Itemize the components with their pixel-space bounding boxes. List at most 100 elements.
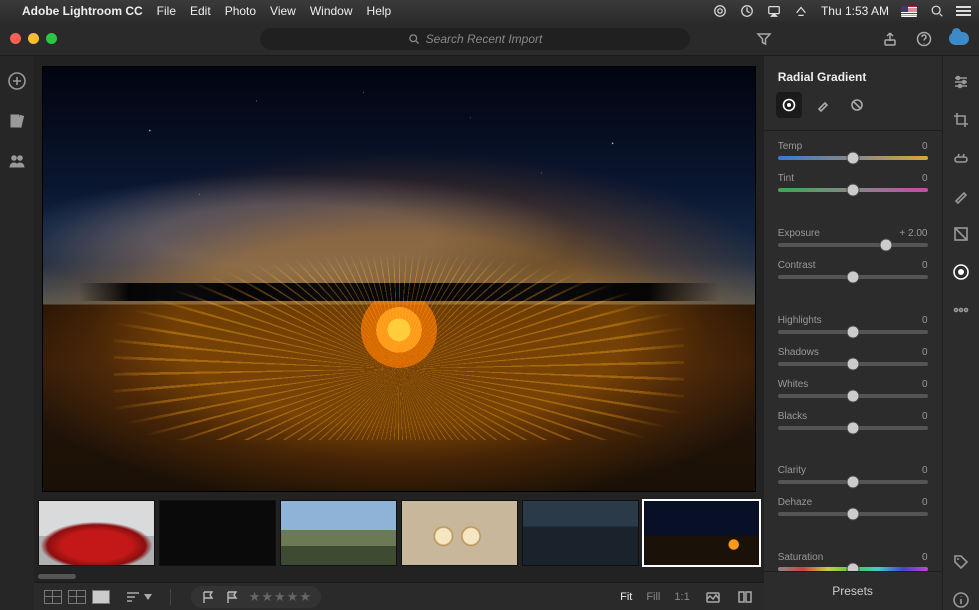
slider-exposure[interactable]: Exposure + 2.00: [778, 228, 928, 247]
sync-status-icon[interactable]: [740, 4, 755, 19]
window-minimize-button[interactable]: [28, 33, 39, 44]
slider-knob[interactable]: [879, 238, 892, 251]
airplay-icon[interactable]: [767, 4, 782, 19]
search-icon: [408, 33, 420, 45]
slider-list: Temp0Tint0Exposure+ 2.00Contrast0Highlig…: [764, 141, 942, 571]
input-source-flag-icon[interactable]: [901, 6, 917, 17]
slider-knob[interactable]: [846, 357, 859, 370]
menu-file[interactable]: File: [157, 4, 176, 18]
slider-temp[interactable]: Temp0: [778, 141, 928, 160]
slider-tint[interactable]: Tint0: [778, 173, 928, 192]
star-rating[interactable]: ★★★★★: [249, 589, 311, 605]
panel-title: Radial Gradient: [764, 56, 942, 92]
slider-label: Clarity: [778, 465, 806, 476]
keywords-icon[interactable]: [951, 552, 971, 572]
slider-value: 0: [922, 347, 928, 358]
show-original-button[interactable]: [704, 588, 722, 606]
window-close-button[interactable]: [10, 33, 21, 44]
slider-value: 0: [922, 497, 928, 508]
slider-knob[interactable]: [846, 508, 859, 521]
zoom-1to1-button[interactable]: 1:1: [674, 591, 689, 603]
slider-knob[interactable]: [846, 563, 859, 572]
add-photos-button[interactable]: [8, 72, 26, 90]
filmstrip[interactable]: [34, 496, 764, 574]
search-placeholder: Search Recent Import: [426, 32, 543, 46]
gradient-mask-tool-button[interactable]: [844, 92, 870, 118]
filmstrip-thumb[interactable]: [522, 500, 639, 566]
cc-status-icon[interactable]: [713, 4, 728, 19]
grid-view-button[interactable]: [44, 590, 62, 604]
filmstrip-thumb[interactable]: [401, 500, 518, 566]
slider-value: 0: [922, 465, 928, 476]
slider-knob[interactable]: [846, 270, 859, 283]
my-photos-button[interactable]: [8, 112, 26, 130]
help-button[interactable]: [915, 30, 933, 48]
share-button[interactable]: [881, 30, 899, 48]
radial-mask-tool-button[interactable]: [776, 92, 802, 118]
slider-knob[interactable]: [846, 184, 859, 197]
filmstrip-thumb[interactable]: [280, 500, 397, 566]
menu-photo[interactable]: Photo: [225, 4, 256, 18]
slider-saturation[interactable]: Saturation0: [778, 552, 928, 571]
square-grid-button[interactable]: [68, 590, 86, 604]
presets-button[interactable]: Presets: [764, 571, 942, 610]
healing-brush-icon[interactable]: [951, 148, 971, 168]
slider-knob[interactable]: [846, 325, 859, 338]
slider-value: 0: [922, 315, 928, 326]
slider-knob[interactable]: [846, 476, 859, 489]
slider-dehaze[interactable]: Dehaze0: [778, 497, 928, 516]
slider-label: Tint: [778, 173, 794, 184]
crop-tool-icon[interactable]: [951, 110, 971, 130]
app-menu[interactable]: Adobe Lightroom CC: [22, 4, 143, 18]
filmstrip-thumb[interactable]: [643, 500, 760, 566]
edit-sliders-icon[interactable]: [951, 72, 971, 92]
reject-flag-button[interactable]: [225, 590, 239, 604]
slider-knob[interactable]: [846, 152, 859, 165]
tray-arrow-icon[interactable]: [794, 4, 809, 19]
sharing-button[interactable]: [8, 152, 26, 170]
menu-window[interactable]: Window: [310, 4, 353, 18]
slider-knob[interactable]: [846, 389, 859, 402]
slider-contrast[interactable]: Contrast0: [778, 260, 928, 279]
window-zoom-button[interactable]: [46, 33, 57, 44]
bottom-toolbar: ★★★★★ Fit Fill 1:1: [34, 582, 764, 610]
slider-blacks[interactable]: Blacks0: [778, 411, 928, 430]
menu-help[interactable]: Help: [367, 4, 392, 18]
menu-view[interactable]: View: [270, 4, 296, 18]
filmstrip-thumb[interactable]: [159, 500, 276, 566]
loupe-view-button[interactable]: [92, 590, 110, 604]
filmstrip-scrollbar[interactable]: [34, 574, 764, 582]
radial-gradient-icon[interactable]: [951, 262, 971, 282]
photo-viewport[interactable]: [34, 56, 764, 496]
zoom-fill-button[interactable]: Fill: [646, 591, 660, 603]
slider-value: 0: [922, 141, 928, 152]
panel-toggle-button[interactable]: [736, 588, 754, 606]
current-photo: [42, 66, 756, 492]
brush-mask-tool-button[interactable]: [810, 92, 836, 118]
cloud-sync-icon[interactable]: [949, 32, 969, 45]
filmstrip-thumb[interactable]: [38, 500, 155, 566]
info-icon[interactable]: [951, 590, 971, 610]
zoom-fit-button[interactable]: Fit: [620, 591, 632, 603]
slider-label: Blacks: [778, 411, 807, 422]
rating-bar: ★★★★★: [191, 586, 321, 608]
more-tools-icon[interactable]: [951, 300, 971, 320]
menubar-clock[interactable]: Thu 1:53 AM: [821, 4, 889, 18]
filter-button[interactable]: [752, 28, 776, 50]
slider-knob[interactable]: [846, 421, 859, 434]
linear-gradient-icon[interactable]: [951, 224, 971, 244]
sort-button[interactable]: [126, 592, 156, 602]
slider-value: + 2.00: [899, 228, 927, 239]
right-tool-rail: [942, 56, 979, 610]
spotlight-icon[interactable]: [929, 4, 944, 19]
slider-highlights[interactable]: Highlights0: [778, 315, 928, 334]
slider-label: Exposure: [778, 228, 820, 239]
pick-flag-button[interactable]: [201, 590, 215, 604]
slider-shadows[interactable]: Shadows0: [778, 347, 928, 366]
notification-center-icon[interactable]: [956, 6, 971, 16]
slider-clarity[interactable]: Clarity 0: [778, 465, 928, 484]
search-input[interactable]: Search Recent Import: [260, 28, 690, 50]
brush-tool-icon[interactable]: [951, 186, 971, 206]
slider-whites[interactable]: Whites0: [778, 379, 928, 398]
menu-edit[interactable]: Edit: [190, 4, 211, 18]
